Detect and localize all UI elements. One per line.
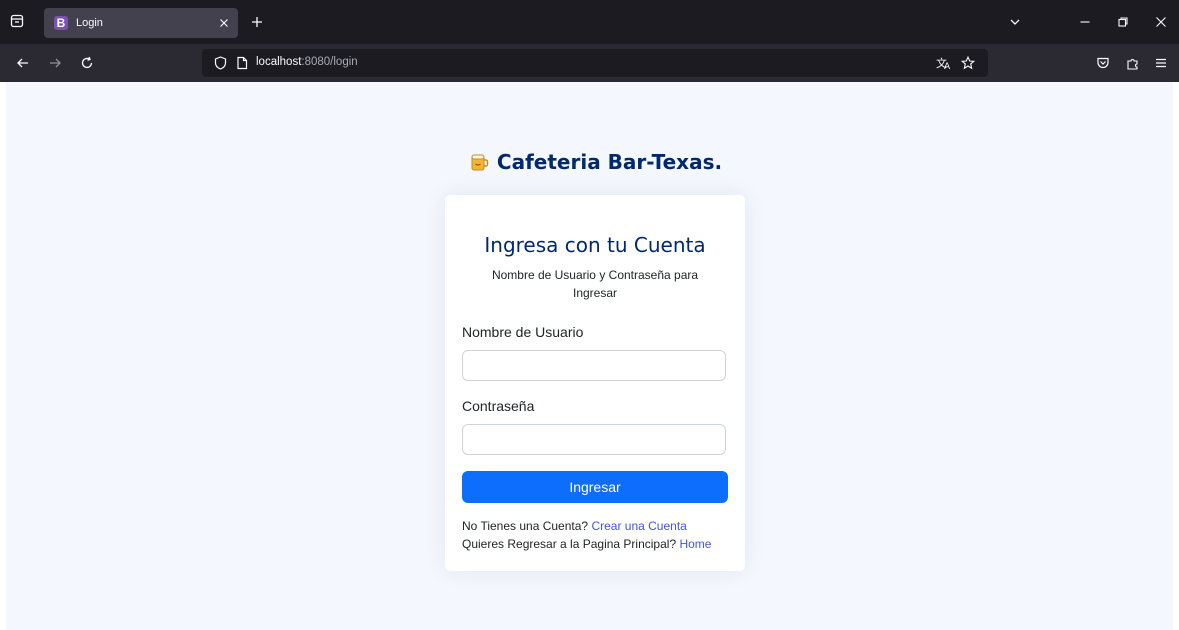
username-input[interactable]	[462, 350, 726, 381]
new-tab-plus-icon[interactable]	[248, 13, 266, 31]
password-input[interactable]	[462, 424, 726, 455]
window-restore-icon[interactable]	[1114, 13, 1132, 31]
login-card: Ingresa con tu Cuenta Nombre de Usuario …	[445, 195, 745, 571]
home-line: Quieres Regresar a la Pagina Principal? …	[462, 537, 711, 551]
password-label: Contraseña	[462, 398, 535, 414]
home-link[interactable]: Home	[679, 537, 711, 551]
brand-logo[interactable]: Cafeteria Bar-Texas.	[6, 150, 1179, 174]
brand-name: Cafeteria Bar-Texas.	[496, 150, 723, 174]
reload-icon[interactable]	[78, 54, 96, 72]
tracking-protection-shield-icon[interactable]	[212, 55, 228, 71]
url-host: localhost	[256, 56, 302, 68]
svg-text:A: A	[944, 62, 951, 70]
register-prompt: No Tienes una Cuenta?	[462, 519, 589, 533]
url-path: :8080/login	[301, 56, 358, 68]
tab-close-icon[interactable]	[216, 15, 232, 31]
window-close-icon[interactable]	[1152, 13, 1170, 31]
extensions-puzzle-icon[interactable]	[1124, 54, 1142, 72]
window-minimize-icon[interactable]	[1076, 13, 1094, 31]
forward-arrow-icon[interactable]	[46, 54, 64, 72]
bootstrap-favicon-icon: B	[54, 16, 68, 30]
beer-mug-icon	[469, 152, 489, 172]
back-arrow-icon[interactable]	[14, 54, 32, 72]
page-viewport: Cafeteria Bar-Texas. Ingresa con tu Cuen…	[6, 82, 1173, 630]
translate-icon[interactable]: 文A	[936, 55, 952, 71]
hamburger-menu-icon[interactable]	[1152, 54, 1170, 72]
register-line: No Tienes una Cuenta? Crear una Cuenta	[462, 519, 687, 533]
page-info-icon[interactable]	[234, 55, 250, 71]
list-all-tabs-chevron-icon[interactable]	[1006, 13, 1024, 31]
username-label: Nombre de Usuario	[462, 324, 584, 340]
login-title: Ingresa con tu Cuenta	[484, 233, 706, 257]
browser-tab-bar: B Login	[0, 0, 1179, 44]
browser-navigation-bar: localhost:8080/login 文A	[0, 44, 1179, 82]
browser-tab-login[interactable]: B Login	[44, 8, 238, 38]
login-subtitle: Nombre de Usuario y Contraseña para Ingr…	[491, 268, 699, 300]
bookmark-star-icon[interactable]	[960, 55, 976, 71]
url-text[interactable]: localhost:8080/login	[256, 56, 358, 68]
address-bar[interactable]: localhost:8080/login 文A	[202, 49, 988, 77]
tab-groups-icon[interactable]	[6, 10, 28, 32]
pocket-icon[interactable]	[1094, 54, 1112, 72]
home-prompt: Quieres Regresar a la Pagina Principal?	[462, 537, 677, 551]
create-account-link[interactable]: Crear una Cuenta	[591, 519, 686, 533]
login-submit-button[interactable]: Ingresar	[462, 471, 728, 503]
tab-title: Login	[76, 17, 103, 29]
